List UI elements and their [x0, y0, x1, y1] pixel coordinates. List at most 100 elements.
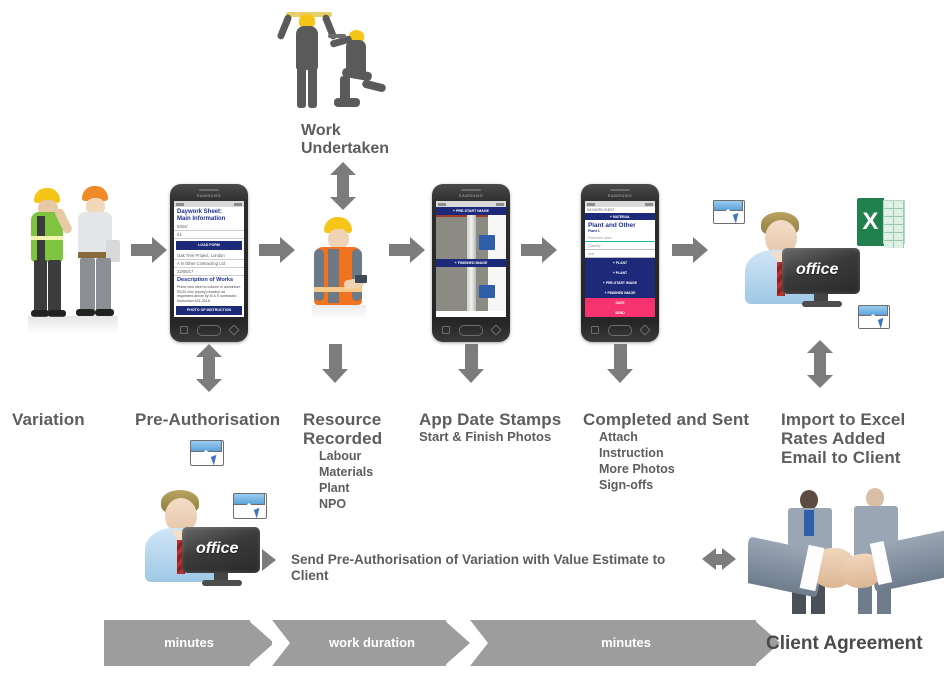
phone1-title-line1: Daywork Sheet: — [177, 209, 223, 215]
timeline-label-2: minutes — [601, 635, 651, 650]
phone3-brand: SAMSUNG — [458, 193, 484, 198]
phone3-screen[interactable]: + PRE-START IMAGE + FINISHED IMAGE — [436, 201, 506, 317]
phone4-screen[interactable]: DAYWORK SHEET + MATERIAL Plant and Other… — [585, 201, 655, 317]
stage-label-app-date-stamps: App Date Stamps Start & Finish Photos — [419, 410, 579, 445]
completed-sent-down-arrow — [607, 344, 634, 386]
phone1-field-3[interactable]: A N Other Contracting Ltd — [174, 260, 244, 268]
phone4-input-unit[interactable]: Unit — [585, 250, 655, 258]
phone3-home-key[interactable] — [459, 325, 483, 336]
phone-photos[interactable]: SAMSUNG + PRE-START IMAGE + FINISHED IMA… — [432, 184, 510, 342]
phone4-save-button[interactable]: SAVE — [585, 298, 655, 308]
phone1-form[interactable]: Daywork Sheet: Main Information 6204/ 01… — [174, 207, 244, 317]
phone1-load-form-button[interactable]: LOAD FORM — [176, 241, 242, 250]
phone-daywork-sheet[interactable]: SAMSUNG Daywork Sheet: Main Information … — [170, 184, 248, 342]
phone3-back-key[interactable] — [490, 324, 502, 336]
client-agreement-label: Client Agreement — [766, 633, 923, 654]
phone-plant-and-other[interactable]: SAMSUNG DAYWORK SHEET + MATERIAL Plant a… — [581, 184, 659, 342]
phone3-finished-photo[interactable] — [436, 267, 506, 311]
work-label-line1: Work — [301, 122, 341, 139]
completed-bullet-1: Instruction — [599, 446, 664, 460]
completed-bullet-2: More Photos — [599, 462, 675, 476]
flow-arrow-1 — [131, 237, 169, 263]
phone1-section-heading: Description of Works — [177, 277, 234, 283]
resource-bullet-0: Labour — [319, 449, 362, 463]
app-date-stamps-subtitle: Start & Finish Photos — [419, 429, 552, 444]
stage-label-pre-authorisation: Pre-Authorisation — [135, 410, 300, 429]
phone4-input-quantity[interactable]: Quantity — [585, 242, 655, 250]
phone1-back-key[interactable] — [228, 324, 240, 336]
flow-arrow-4 — [521, 237, 559, 263]
import-title-line2: Rates Added — [781, 429, 886, 448]
phone3-prestart-caption[interactable]: + PRE-START IMAGE — [436, 207, 506, 215]
phone1-home-key[interactable] — [197, 325, 221, 336]
flow-arrow-2 — [259, 237, 297, 263]
workflow-diagram: Work Undertaken SAMSUNG Daywork Sheet: M… — [0, 0, 950, 700]
pre-authorisation-title: Pre-Authorisation — [135, 410, 281, 429]
stage-label-completed-and-sent: Completed and Sent Attach Instruction Mo… — [583, 410, 758, 493]
phone4-brand: SAMSUNG — [607, 193, 633, 198]
phone1-field-2[interactable]: Oak Tree Project, London — [174, 252, 244, 260]
completed-sent-title: Completed and Sent — [583, 410, 750, 429]
variation-title: Variation — [12, 410, 85, 429]
phone1-speaker — [199, 189, 219, 191]
phone1-screen[interactable]: Daywork Sheet: Main Information 6204/ 01… — [174, 201, 244, 317]
completed-bullet-0: Attach — [599, 430, 638, 444]
phone1-title-line2: Main Information — [177, 216, 226, 222]
office-monitor-illustration-2: office — [182, 527, 260, 587]
resource-bullet-1: Materials — [319, 465, 374, 479]
completed-bullet-3: Sign-offs — [599, 478, 654, 492]
phone4-add-plant-button-1[interactable]: + PLANT — [585, 258, 655, 268]
phone4-add-plant-button-2[interactable]: + PLANT — [585, 268, 655, 278]
app-date-stamps-title: App Date Stamps — [419, 410, 562, 429]
phone1-brand: SAMSUNG — [196, 193, 222, 198]
phone4-send-button[interactable]: SEND — [585, 308, 655, 317]
monitor-word-2: office — [196, 540, 239, 557]
work-undertaken-double-arrow — [330, 162, 356, 210]
stage-label-import-to-excel: Import to Excel Rates Added Email to Cli… — [781, 410, 946, 467]
resource-title-line2: Recorded — [303, 429, 383, 448]
handshake-illustration — [748, 482, 944, 622]
phone1-description[interactable]: Prime new steel to column in aluminium R… — [174, 284, 244, 304]
resource-bullet-2: Plant — [319, 481, 350, 495]
import-title-line1: Import to Excel — [781, 410, 906, 429]
phone4-back-key[interactable] — [639, 324, 651, 336]
stage-label-variation: Variation — [12, 410, 142, 429]
excel-icon: X — [857, 198, 905, 248]
phone3-finished-caption[interactable]: + FINISHED IMAGE — [436, 259, 506, 267]
timeline-segment-work-duration: work duration — [272, 620, 472, 666]
pre-authorisation-message: Send Pre-Authorisation of Variation with… — [291, 552, 666, 583]
phone4-recents-key[interactable] — [591, 326, 599, 334]
stage-label-resource-recorded: Resource Recorded Labour Materials Plant… — [303, 410, 423, 512]
phone3-recents-key[interactable] — [442, 326, 450, 334]
app-date-stamps-down-arrow — [458, 344, 485, 386]
phone4-title: Plant and Other — [588, 222, 636, 229]
phone4-input-plant-item[interactable]: Plant item used — [585, 234, 655, 242]
phone1-photo-instruction-button[interactable]: PHOTO OF INSTRUCTION — [176, 306, 242, 316]
phone4-home-key[interactable] — [608, 325, 632, 336]
phone4-material-button[interactable]: + MATERIAL — [585, 213, 655, 220]
office-monitor-illustration: office — [782, 248, 860, 308]
phone4-prestart-image-button[interactable]: + PRE-START IMAGE — [585, 278, 655, 288]
work-label-line2: Undertaken — [301, 140, 390, 157]
timeline-segment-minutes-1: minutes — [104, 620, 274, 666]
client-exchange-double-arrow — [702, 548, 736, 570]
phone1-field-1[interactable]: 01 — [174, 231, 244, 239]
phone4-finished-image-button[interactable]: + FINISHED IMAGE — [585, 288, 655, 298]
phone3-speaker — [461, 189, 481, 191]
import-title-line3: Email to Client — [781, 448, 901, 467]
phone3-prestart-photo[interactable] — [436, 215, 506, 259]
phone4-speaker — [610, 189, 630, 191]
timeline-segment-minutes-2: minutes — [470, 620, 782, 666]
phone1-field-4[interactable]: 23/06/17 — [174, 268, 244, 276]
phone1-recents-key[interactable] — [180, 326, 188, 334]
import-excel-double-arrow — [807, 340, 833, 388]
site-workers-illustration — [10, 182, 130, 342]
work-undertaken-label: Work Undertaken — [301, 122, 421, 158]
excel-letter: X — [862, 208, 879, 235]
timeline-label-1: work duration — [329, 635, 415, 650]
phone1-field-0[interactable]: 6204/ — [174, 223, 244, 231]
monitor-word: office — [796, 261, 839, 278]
timeline-label-0: minutes — [164, 635, 214, 650]
phone4-pink-button-group[interactable]: SAVE SEND — [585, 298, 655, 317]
phone4-navy-button-group[interactable]: + PLANT + PLANT + PRE-START IMAGE + FINI… — [585, 258, 655, 298]
